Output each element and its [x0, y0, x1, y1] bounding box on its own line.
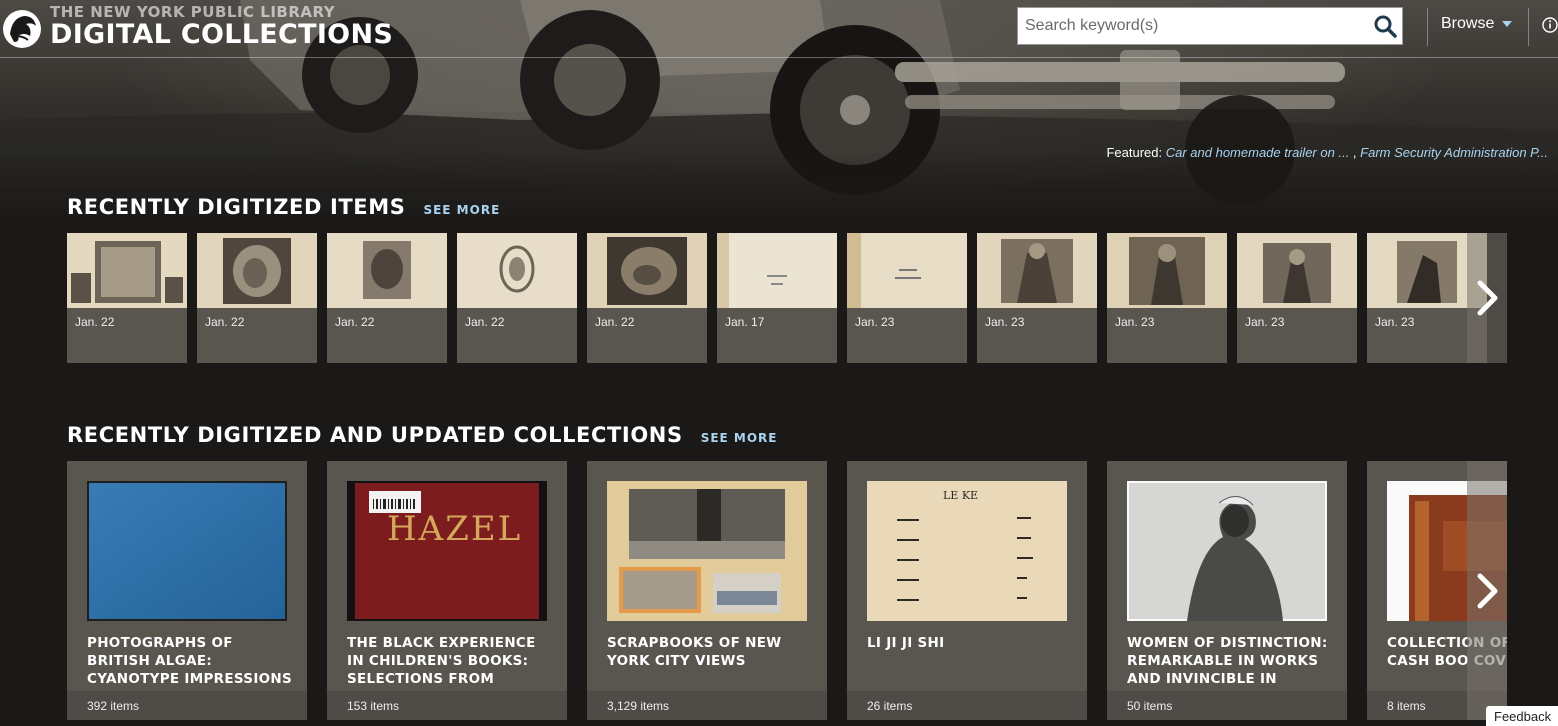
collection-count: 26 items [847, 691, 1087, 720]
item-card[interactable]: Jan. 22 [197, 233, 317, 363]
item-date: Jan. 23 [855, 315, 895, 329]
collection-image [607, 481, 807, 621]
item-date: Jan. 23 [985, 315, 1025, 329]
collections-carousel: PHOTOGRAPHS OF BRITISH ALGAE: CYANOTYPE … [67, 461, 1507, 720]
item-thumbnail [587, 233, 707, 308]
recent-items-heading: RECENTLY DIGITIZED ITEMS SEE MORE [67, 195, 500, 219]
item-card[interactable]: Jan. 22 [327, 233, 447, 363]
search-input[interactable] [1018, 9, 1368, 43]
collection-image: LE KE [867, 481, 1067, 621]
item-date: Jan. 17 [725, 315, 765, 329]
chevron-right-icon [1477, 280, 1498, 316]
collection-count: 392 items [67, 691, 307, 720]
collection-image: HAZEL [347, 481, 547, 621]
item-card[interactable]: Jan. 23 [977, 233, 1097, 363]
item-thumbnail [717, 233, 837, 308]
logo-title: DIGITAL COLLECTIONS [50, 19, 394, 50]
caret-down-icon [1502, 21, 1513, 27]
collection-card[interactable]: WOMEN OF DISTINCTION: REMARKABLE IN WORK… [1107, 461, 1347, 720]
info-icon[interactable] [1542, 16, 1558, 34]
featured-separator: , [1352, 145, 1357, 160]
item-thumbnail [67, 233, 187, 308]
item-thumbnail [847, 233, 967, 308]
site-logo[interactable]: THE NEW YORK PUBLIC LIBRARY DIGITAL COLL… [0, 4, 393, 52]
featured-caption: Featured: Car and homemade trailer on ..… [1106, 145, 1548, 160]
section-title: RECENTLY DIGITIZED AND UPDATED COLLECTIO… [67, 423, 683, 447]
item-card[interactable]: Jan. 23 [1237, 233, 1357, 363]
item-date: Jan. 22 [205, 315, 245, 329]
header-separator [1427, 8, 1428, 46]
item-date: Jan. 22 [465, 315, 505, 329]
search-button[interactable] [1368, 9, 1402, 43]
collections-heading: RECENTLY DIGITIZED AND UPDATED COLLECTIO… [67, 423, 778, 447]
item-card[interactable]: Jan. 22 [587, 233, 707, 363]
item-thumbnail [327, 233, 447, 308]
collection-title: PHOTOGRAPHS OF BRITISH ALGAE: CYANOTYPE … [87, 635, 293, 687]
collection-title: THE BLACK EXPERIENCE IN CHILDREN'S BOOKS… [347, 635, 536, 687]
collection-count: 3,129 items [587, 691, 827, 720]
header-separator [1528, 8, 1529, 46]
see-more-collections-link[interactable]: SEE MORE [701, 431, 778, 445]
featured-link-car-trailer[interactable]: Car and homemade trailer on ... [1166, 145, 1350, 160]
browse-label: Browse [1441, 15, 1495, 32]
search-box [1017, 7, 1403, 45]
item-thumbnail [197, 233, 317, 308]
collection-card[interactable]: SCRAPBOOKS OF NEW YORK CITY VIEWS 3,129 … [587, 461, 827, 720]
collection-title: LI JI JI SHI [867, 635, 945, 651]
collection-title: SCRAPBOOKS OF NEW YORK CITY VIEWS [607, 635, 782, 669]
chevron-right-icon [1477, 573, 1498, 608]
collection-title: WOMEN OF DISTINCTION: REMARKABLE IN WORK… [1127, 635, 1328, 687]
item-date: Jan. 23 [1245, 315, 1285, 329]
item-thumbnail [1107, 233, 1227, 308]
item-card[interactable]: Jan. 17 [717, 233, 837, 363]
collections-next-button[interactable] [1467, 461, 1507, 720]
items-next-button[interactable] [1467, 233, 1507, 363]
item-card[interactable]: Jan. 22 [67, 233, 187, 363]
browse-menu[interactable]: Browse [1441, 15, 1513, 33]
cover-text: HAZEL [387, 509, 523, 549]
item-thumbnail [977, 233, 1097, 308]
collection-count: 50 items [1107, 691, 1347, 720]
page-heading: LE KE [943, 489, 979, 502]
collection-card[interactable]: HAZEL THE BLACK EXPERIENCE IN CHILDREN'S… [327, 461, 567, 720]
collection-card[interactable]: PHOTOGRAPHS OF BRITISH ALGAE: CYANOTYPE … [67, 461, 307, 720]
collection-card[interactable]: LE KE LI JI JI SHI 26 items [847, 461, 1087, 720]
item-date: Jan. 22 [335, 315, 375, 329]
collection-count: 153 items [327, 691, 567, 720]
item-thumbnail [1237, 233, 1357, 308]
featured-label: Featured: [1106, 145, 1163, 160]
search-icon [1374, 15, 1397, 38]
item-card[interactable]: Jan. 22 [457, 233, 577, 363]
collection-image [1127, 481, 1327, 621]
item-thumbnail [457, 233, 577, 308]
section-title: RECENTLY DIGITIZED ITEMS [67, 195, 406, 219]
featured-link-fsa[interactable]: Farm Security Administration P... [1360, 145, 1548, 160]
nypl-lion-icon [3, 10, 41, 48]
item-card[interactable]: Jan. 23 [847, 233, 967, 363]
recent-items-carousel: Jan. 22 Jan. 22 Jan. 22 Jan. 22 Jan. 22 … [67, 233, 1507, 363]
item-date: Jan. 22 [595, 315, 635, 329]
feedback-button[interactable]: Feedback [1486, 706, 1558, 726]
item-card[interactable]: Jan. 23 [1107, 233, 1227, 363]
see-more-items-link[interactable]: SEE MORE [423, 203, 500, 217]
item-date: Jan. 23 [1115, 315, 1155, 329]
header-divider [0, 57, 1558, 58]
collection-image [87, 481, 287, 621]
item-date: Jan. 22 [75, 315, 115, 329]
